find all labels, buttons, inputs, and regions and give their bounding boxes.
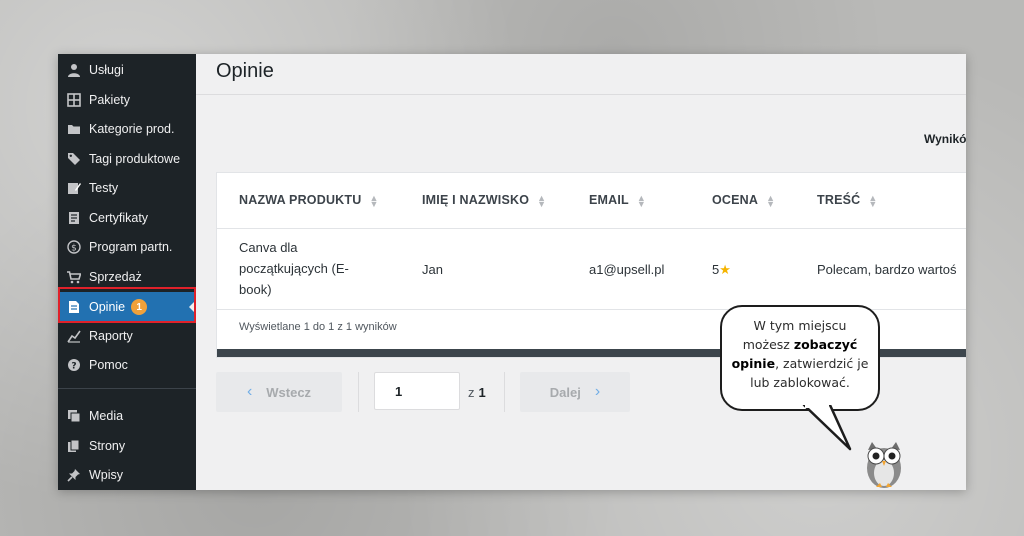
sidebar-item-label: Certyfikaty <box>89 211 149 225</box>
sidebar-item-label: Sprzedaż <box>89 270 142 284</box>
star-icon: ★ <box>719 263 731 278</box>
pager-divider <box>358 372 359 412</box>
sidebar-item-wpisy[interactable]: Wpisy <box>58 460 196 490</box>
help-icon: ? <box>66 357 82 373</box>
sidebar-item-label: Wpisy <box>89 468 124 482</box>
column-header-name[interactable]: IMIĘ I NAZWISKO ▲ ▼ <box>422 192 547 209</box>
sidebar-item-tagi[interactable]: Tagi produktowe <box>58 144 196 174</box>
column-header-rating[interactable]: OCENA ▲ ▼ <box>712 192 776 209</box>
cell-email: a1@upsell.pl <box>589 262 665 277</box>
sidebar-item-label: Strony <box>89 439 126 453</box>
cell-rating: 5★ <box>712 262 731 278</box>
sidebar-item-label: Media <box>89 409 124 423</box>
sidebar-item-label: Testy <box>89 181 119 195</box>
sort-icon: ▲ ▼ <box>766 192 776 209</box>
sidebar-item-certyfikaty[interactable]: Certyfikaty <box>58 203 196 233</box>
page-of-label: z1 <box>468 385 486 400</box>
sort-icon: ▲ ▼ <box>636 192 646 209</box>
sidebar-item-pomoc[interactable]: ? Pomoc <box>58 350 196 380</box>
sidebar-item-label: Pomoc <box>89 358 128 372</box>
next-page-button[interactable]: Dalej › <box>520 372 630 412</box>
pin-icon <box>66 467 82 483</box>
sidebar-item-label: Raporty <box>89 329 133 343</box>
title-divider <box>196 94 966 95</box>
table-header: NAZWA PRODUKTU ▲ ▼ IMIĘ I NAZWISKO ▲ ▼ EMAIL… <box>217 173 966 229</box>
results-label: Wynikó <box>924 132 966 146</box>
sidebar-divider <box>58 388 196 389</box>
grid-icon <box>66 92 82 108</box>
sidebar-item-label: Pakiety <box>89 93 130 107</box>
highlight-frame <box>58 287 196 323</box>
sidebar-item-label: Tagi produktowe <box>89 152 181 166</box>
sidebar-item-media[interactable]: Media <box>58 401 196 431</box>
edit-icon <box>66 180 82 196</box>
media-icon <box>66 408 82 424</box>
owl-mascot-icon <box>867 442 901 488</box>
page-title: Opinie <box>216 60 274 82</box>
sidebar-item-uslugi[interactable]: Usługi <box>58 55 196 85</box>
folder-icon <box>66 121 82 137</box>
sidebar-item-testy[interactable]: Testy <box>58 173 196 203</box>
sidebar-item-pakiety[interactable]: Pakiety <box>58 85 196 115</box>
tag-icon <box>66 151 82 167</box>
chart-icon <box>66 328 82 344</box>
sidebar-item-program-partn[interactable]: $ Program partn. <box>58 232 196 262</box>
sidebar-item-label: Usługi <box>89 63 124 77</box>
certificate-icon <box>66 210 82 226</box>
sort-icon: ▲ ▼ <box>369 192 379 209</box>
pager-divider <box>504 372 505 412</box>
cell-product: Canva dla początkujących (E- book) <box>239 240 349 297</box>
sort-icon: ▲ ▼ <box>537 192 547 209</box>
sidebar-item-strony[interactable]: Strony <box>58 431 196 461</box>
pages-icon <box>66 438 82 454</box>
sidebar-item-raporty[interactable]: Raporty <box>58 321 196 351</box>
cell-name: Jan <box>422 262 443 277</box>
chevron-right-icon: › <box>594 383 601 400</box>
svg-text:$: $ <box>71 244 77 254</box>
sidebar-item-kategorie[interactable]: Kategorie prod. <box>58 114 196 144</box>
column-header-content[interactable]: TREŚĆ ▲ ▼ <box>817 192 878 209</box>
callout-tail <box>802 405 852 451</box>
column-header-product[interactable]: NAZWA PRODUKTU ▲ ▼ <box>239 192 379 209</box>
table-summary: Wyświetlane 1 do 1 z 1 wyników <box>239 321 397 333</box>
svg-text:?: ? <box>71 362 76 372</box>
sort-icon: ▲ ▼ <box>868 192 878 209</box>
callout-bubble: W tym miejscu możesz zobaczyć opinie, za… <box>720 305 880 411</box>
page-number-input[interactable] <box>374 372 460 410</box>
column-header-email[interactable]: EMAIL ▲ ▼ <box>589 192 646 209</box>
sidebar-item-label: Program partn. <box>89 240 173 254</box>
cell-content: Polecam, bardzo wartoś <box>817 262 957 277</box>
users-icon <box>66 62 82 78</box>
previous-page-button[interactable]: ‹ Wstecz <box>216 372 342 412</box>
chevron-left-icon: ‹ <box>246 383 253 400</box>
table-row[interactable]: Canva dla początkujących (E- book) Jan a… <box>217 229 966 310</box>
dollar-icon: $ <box>66 239 82 255</box>
admin-sidebar: Usługi Pakiety Kategorie prod. Tagi prod… <box>58 54 196 490</box>
sidebar-item-label: Kategorie prod. <box>89 122 175 136</box>
cart-icon <box>66 269 82 285</box>
